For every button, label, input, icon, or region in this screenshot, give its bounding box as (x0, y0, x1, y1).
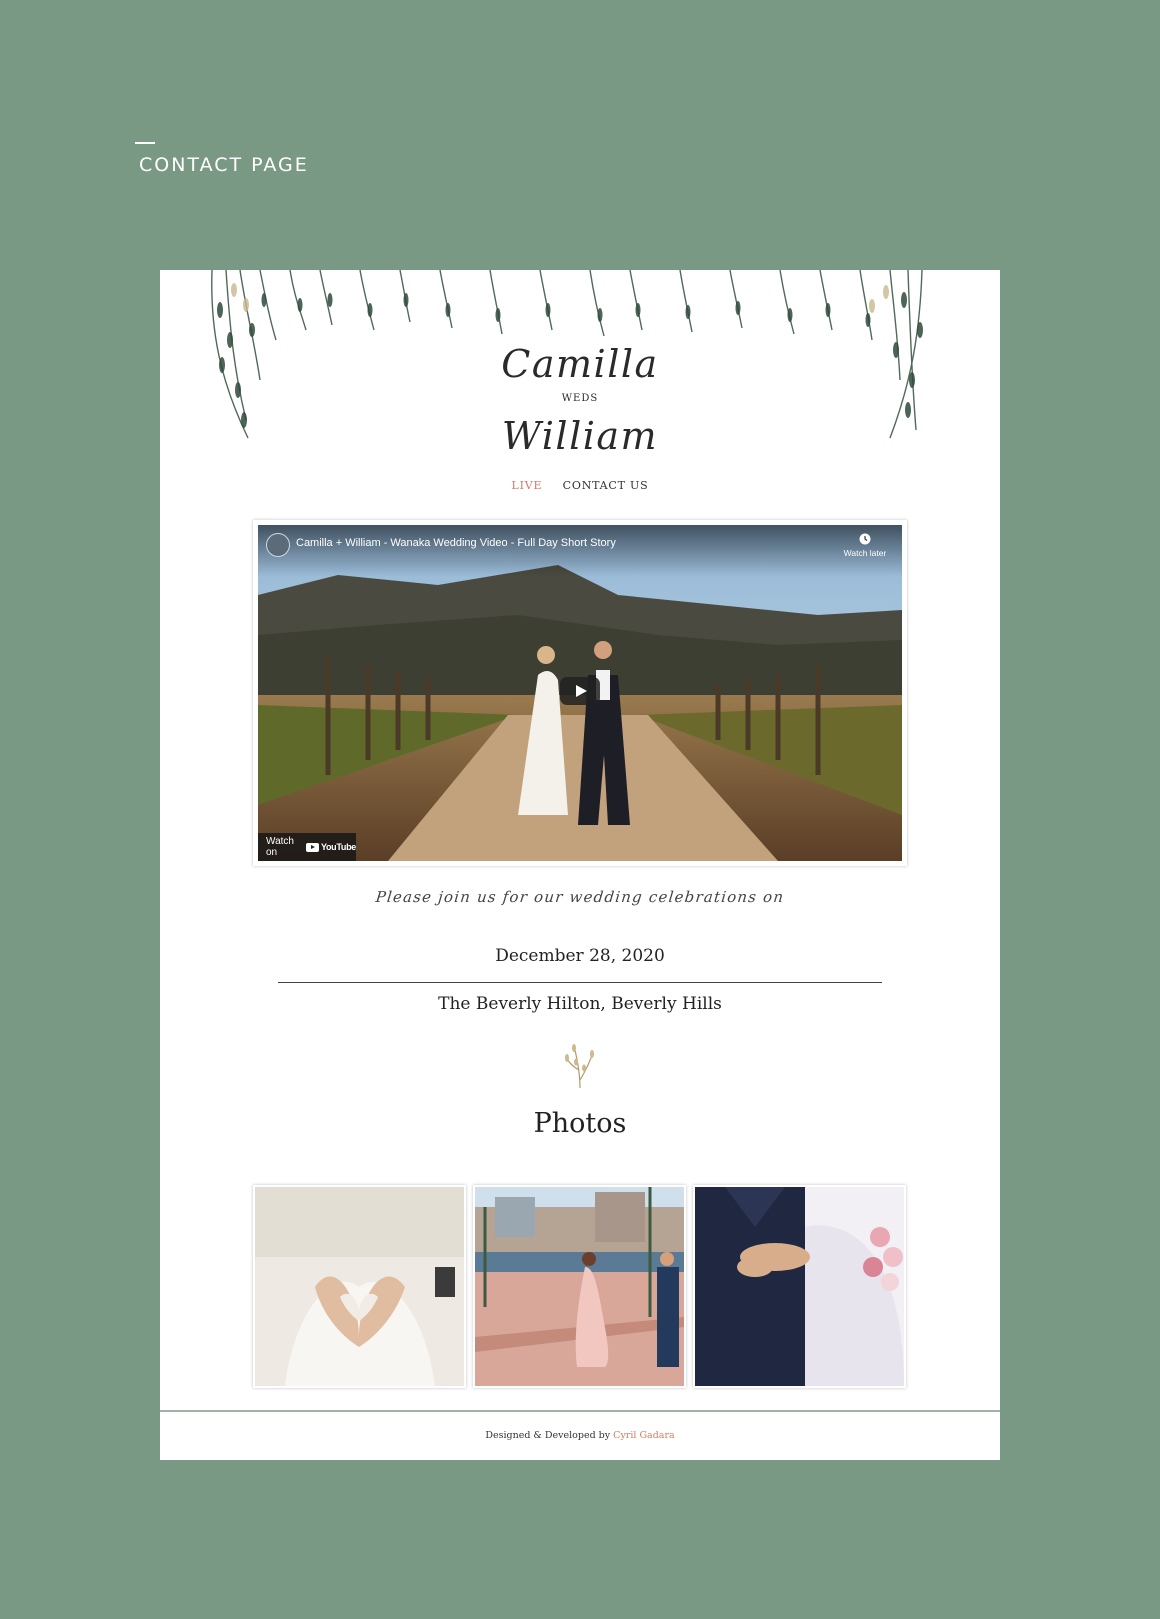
photo-couple-arm-in-arm[interactable] (693, 1185, 906, 1388)
photo-couple-waterfront[interactable] (473, 1185, 686, 1388)
bride-name: Camilla (501, 342, 659, 386)
video-embed: Camilla + William - Wanaka Wedding Video… (253, 520, 907, 866)
footer-credit: Designed & Developed by (485, 1430, 611, 1441)
watch-on-youtube-button[interactable]: Watch on YouTube (258, 833, 356, 861)
wedding-venue: The Beverly Hilton, Beverly Hills (438, 994, 722, 1014)
groom-name: William (501, 414, 659, 458)
nav-contact-us-link[interactable]: CONTACT US (563, 479, 649, 492)
watch-later-button[interactable]: Watch later (840, 533, 890, 558)
footer: Designed & Developed by Cyril Gadara (160, 1430, 1000, 1441)
footer-divider (160, 1410, 1000, 1412)
watch-later-label: Watch later (843, 548, 887, 558)
invite-text: Please join us for our wedding celebrati… (374, 888, 786, 906)
video-top-bar: Camilla + William - Wanaka Wedding Video… (258, 525, 902, 577)
youtube-logo: YouTube (305, 842, 356, 852)
channel-avatar[interactable] (266, 533, 290, 557)
section-label-text: CONTACT PAGE (139, 154, 309, 176)
youtube-play-icon (305, 842, 319, 852)
photos-heading: Photos (533, 1108, 627, 1139)
youtube-wordmark: YouTube (320, 842, 356, 852)
weds-label: WEDS (561, 393, 599, 404)
main-nav: LIVE CONTACT US (160, 479, 1000, 492)
video-title[interactable]: Camilla + William - Wanaka Wedding Video… (296, 537, 616, 549)
watch-on-label: Watch on (266, 836, 294, 858)
label-dash (135, 142, 155, 144)
sprig-ornament-icon (565, 1044, 594, 1089)
footer-author-link[interactable]: Cyril Gadara (613, 1430, 674, 1441)
photo-image (475, 1187, 684, 1386)
nav-live-link[interactable]: LIVE (512, 479, 543, 492)
play-button[interactable] (560, 677, 600, 705)
wedding-date: December 28, 2020 (495, 946, 665, 966)
youtube-player[interactable]: Camilla + William - Wanaka Wedding Video… (258, 525, 902, 861)
clock-icon (859, 533, 871, 545)
divider-line (278, 982, 882, 983)
photo-image (255, 1187, 464, 1386)
wedding-page-card: Camilla WEDS William LIVE CONTACT US Cam… (160, 270, 1000, 1460)
photo-image (695, 1187, 904, 1386)
photo-hands-heart[interactable] (253, 1185, 466, 1388)
